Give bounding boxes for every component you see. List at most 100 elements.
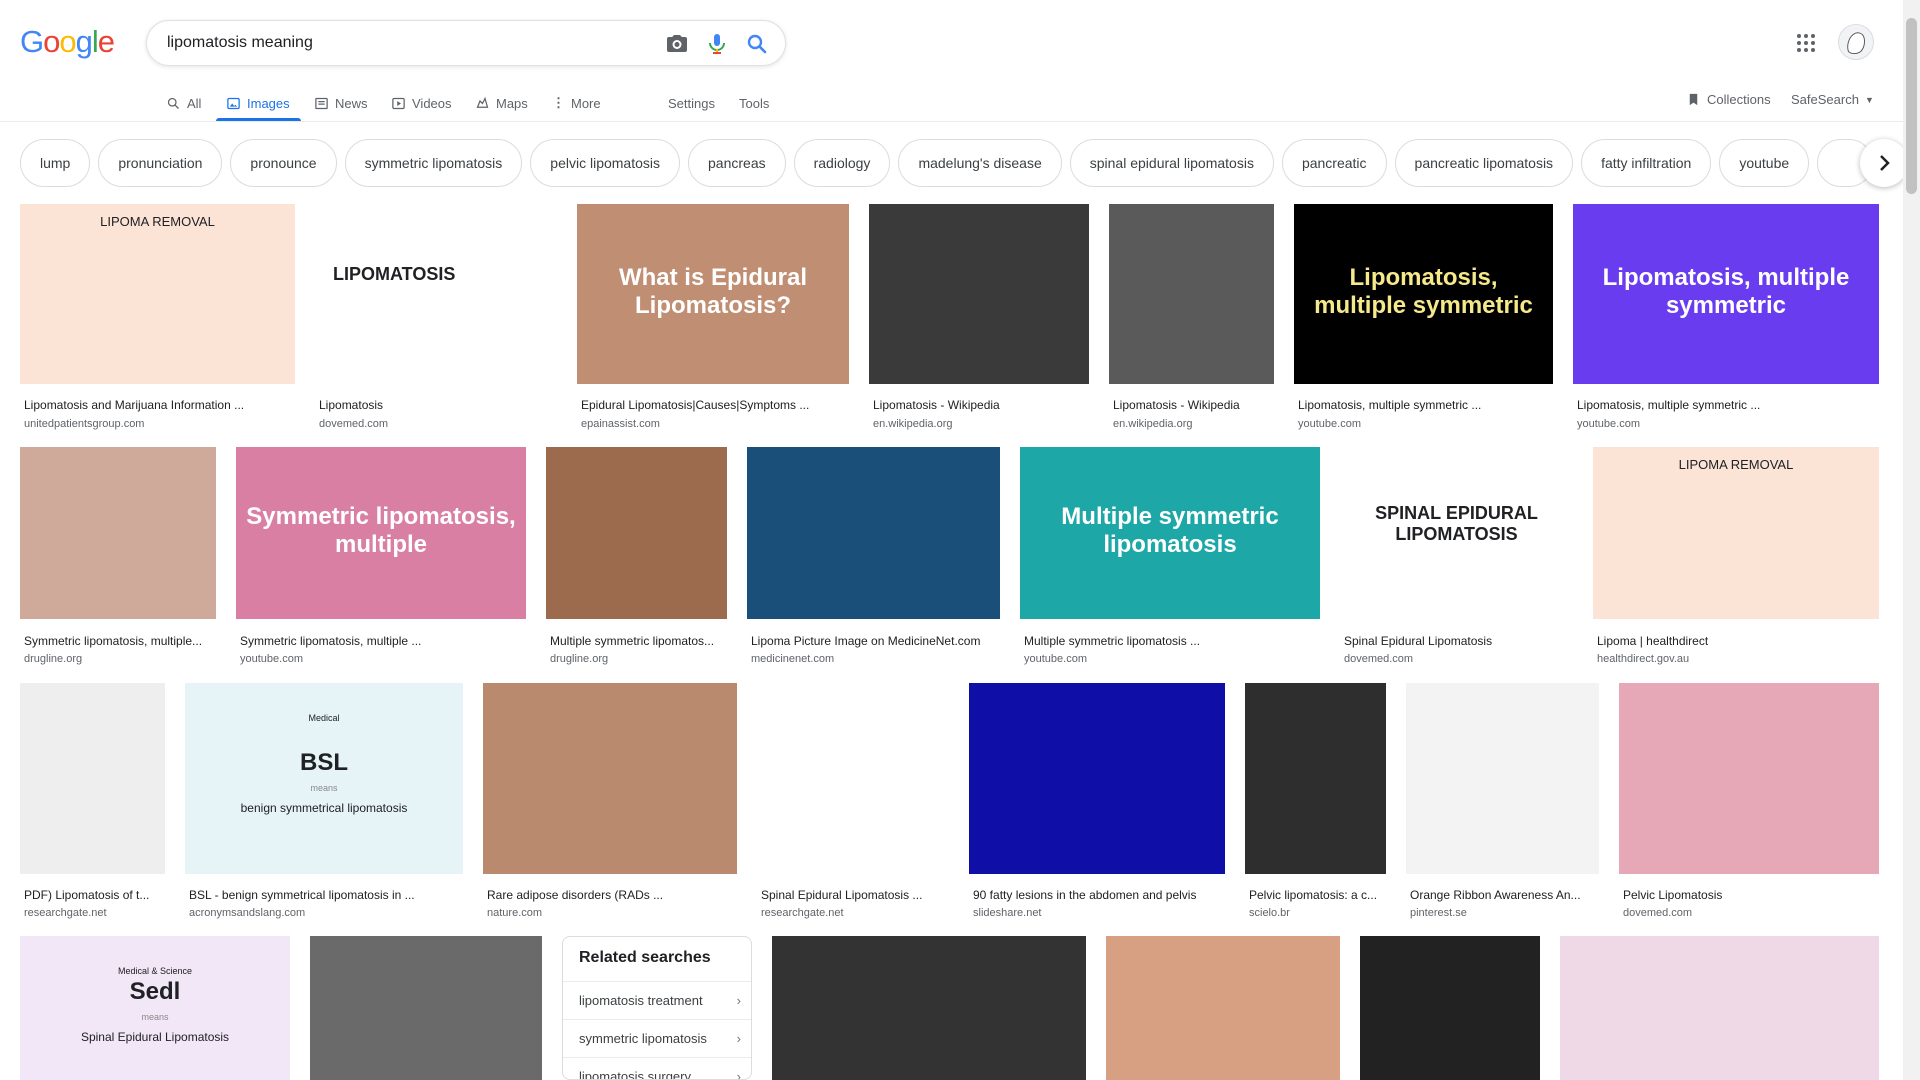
scrollbar[interactable] <box>1903 0 1920 1080</box>
result-thumbnail[interactable] <box>757 683 949 874</box>
chip[interactable]: pancreas <box>688 139 786 187</box>
result-thumbnail[interactable] <box>969 683 1225 874</box>
result-thumbnail[interactable] <box>1406 683 1599 874</box>
result-thumbnail[interactable]: Sedl Medical & Science means Spinal Epidura… <box>20 936 290 1080</box>
chip[interactable]: spinal epidural lipomatosis <box>1069 139 1274 187</box>
result-thumbnail[interactable] <box>1245 683 1386 874</box>
related-search-item[interactable]: lipomatosis treatment › <box>563 981 751 1019</box>
chip[interactable]: youtube <box>1719 139 1810 187</box>
chip[interactable]: lump <box>20 139 91 187</box>
result-caption[interactable]: Lipomatosis <box>319 398 383 412</box>
result-thumbnail[interactable] <box>869 204 1089 384</box>
result-thumbnail[interactable]: BSL Medical means benign symmetrical lipoma… <box>185 683 463 874</box>
search-icon[interactable] <box>745 32 769 56</box>
microphone-icon[interactable] <box>705 32 729 56</box>
result-caption[interactable]: Epidural Lipomatosis|Causes|Symptoms ... <box>581 398 809 412</box>
result-caption[interactable]: BSL - benign symmetrical lipomatosis in … <box>189 888 415 902</box>
result-caption[interactable]: PDF) Lipomatosis of t... <box>24 888 149 902</box>
result-caption[interactable]: Lipoma | healthdirect <box>1597 634 1708 648</box>
tab-maps[interactable]: Maps <box>475 92 528 114</box>
thumbnail-overlay-text: BSL <box>300 748 348 776</box>
result-source: dovemed.com <box>319 418 389 430</box>
tab-all[interactable]: All <box>166 92 201 114</box>
result-caption[interactable]: Lipoma Picture Image on MedicineNet.com <box>751 634 980 648</box>
result-caption[interactable]: Lipomatosis, multiple symmetric ... <box>1298 398 1481 412</box>
result-caption[interactable]: Lipomatosis and Marijuana Information ..… <box>24 398 244 412</box>
chip[interactable]: fatty infiltration <box>1581 139 1712 187</box>
result-thumbnail[interactable] <box>1109 204 1274 384</box>
chips-next-button[interactable] <box>1860 139 1908 187</box>
tab-label: More <box>571 95 601 111</box>
result-thumbnail[interactable]: LIPOMA REMOVAL <box>20 204 295 384</box>
chip[interactable]: pronounce <box>230 139 337 187</box>
result-thumbnail[interactable]: SPINAL EPIDURAL LIPOMATOSIS <box>1340 447 1573 619</box>
result-thumbnail[interactable] <box>1360 936 1540 1080</box>
result-source: medicinenet.com <box>751 653 835 665</box>
google-logo[interactable]: Google <box>20 24 115 60</box>
chevron-right-icon <box>1880 155 1890 171</box>
result-thumbnail[interactable]: LIPOMATOSIS <box>315 204 557 384</box>
search-box[interactable] <box>146 20 786 66</box>
result-caption[interactable]: Rare adipose disorders (RADs ... <box>487 888 663 902</box>
result-caption[interactable]: Symmetric lipomatosis, multiple... <box>24 634 202 648</box>
result-caption[interactable]: Symmetric lipomatosis, multiple ... <box>240 634 421 648</box>
chip[interactable]: madelung's disease <box>898 139 1062 187</box>
result-thumbnail[interactable] <box>546 447 727 619</box>
related-search-item[interactable]: symmetric lipomatosis › <box>563 1019 751 1057</box>
result-thumbnail[interactable]: LIPOMA REMOVAL <box>1593 447 1879 619</box>
search-input[interactable] <box>167 31 647 55</box>
tab-videos[interactable]: Videos <box>391 92 452 114</box>
chip[interactable]: pancreatic <box>1281 139 1387 187</box>
safesearch-dropdown[interactable]: SafeSearch ▼ <box>1791 92 1874 107</box>
result-thumbnail[interactable] <box>20 447 216 619</box>
image-icon <box>227 97 240 109</box>
avatar[interactable] <box>1838 24 1874 60</box>
tools-link[interactable]: Tools <box>739 92 769 114</box>
result-caption[interactable]: Lipomatosis - Wikipedia <box>1113 398 1240 412</box>
result-thumbnail[interactable]: Symmetric lipomatosis, multiple <box>236 447 526 619</box>
result-caption[interactable]: Lipomatosis - Wikipedia <box>873 398 1000 412</box>
result-source: en.wikipedia.org <box>1113 418 1193 430</box>
result-caption[interactable]: Multiple symmetric lipomatos... <box>550 634 714 648</box>
collections-link[interactable]: Collections <box>1686 92 1771 107</box>
result-caption[interactable]: Spinal Epidural Lipomatosis ... <box>761 888 922 902</box>
result-thumbnail[interactable] <box>20 683 165 874</box>
chip[interactable]: symmetric lipomatosis <box>344 139 523 187</box>
result-thumbnail[interactable]: Multiple symmetric lipomatosis <box>1020 447 1320 619</box>
result-thumbnail[interactable]: What is Epidural Lipomatosis? <box>577 204 849 384</box>
result-thumbnail[interactable]: Lipomatosis, multiple symmetric <box>1294 204 1553 384</box>
result-source: pinterest.se <box>1410 907 1467 919</box>
result-thumbnail[interactable] <box>310 936 542 1080</box>
result-caption[interactable]: Spinal Epidural Lipomatosis <box>1344 634 1492 648</box>
result-caption[interactable]: 90 fatty lesions in the abdomen and pelv… <box>973 888 1196 902</box>
chip[interactable]: pelvic lipomatosis <box>530 139 681 187</box>
chip[interactable]: pronunciation <box>98 139 223 187</box>
video-icon <box>392 97 405 109</box>
tab-news[interactable]: News <box>314 92 368 114</box>
result-thumbnail[interactable] <box>1619 683 1879 874</box>
related-searches-title: Related searches <box>579 949 711 966</box>
result-thumbnail[interactable] <box>772 936 1086 1080</box>
result-caption[interactable]: Pelvic Lipomatosis <box>1623 888 1722 902</box>
chip[interactable]: radiology <box>793 139 891 187</box>
settings-link[interactable]: Settings <box>668 92 715 114</box>
scrollbar-thumb[interactable] <box>1906 18 1917 194</box>
result-caption[interactable]: Pelvic lipomatosis: a c... <box>1249 888 1377 902</box>
result-caption[interactable]: Orange Ribbon Awareness An... <box>1410 888 1581 902</box>
result-thumbnail[interactable] <box>1560 936 1879 1080</box>
chevron-right-icon: › <box>736 1069 741 1080</box>
result-thumbnail[interactable]: Lipomatosis, multiple symmetric <box>1573 204 1879 384</box>
related-search-item[interactable]: lipomatosis surgery › <box>563 1057 751 1080</box>
result-thumbnail[interactable] <box>1106 936 1340 1080</box>
apps-grid-icon[interactable] <box>1794 31 1818 55</box>
search-icon <box>167 97 179 109</box>
tab-more[interactable]: ⋮ More <box>552 92 601 114</box>
chip[interactable]: pancreatic lipomatosis <box>1394 139 1574 187</box>
related-searches-panel: Related searches lipomatosis treatment › … <box>562 936 752 1080</box>
result-caption[interactable]: Lipomatosis, multiple symmetric ... <box>1577 398 1760 412</box>
tab-images[interactable]: Images <box>226 92 290 114</box>
camera-icon[interactable] <box>665 32 689 56</box>
result-caption[interactable]: Multiple symmetric lipomatosis ... <box>1024 634 1200 648</box>
result-thumbnail[interactable] <box>747 447 1000 619</box>
result-thumbnail[interactable] <box>483 683 737 874</box>
